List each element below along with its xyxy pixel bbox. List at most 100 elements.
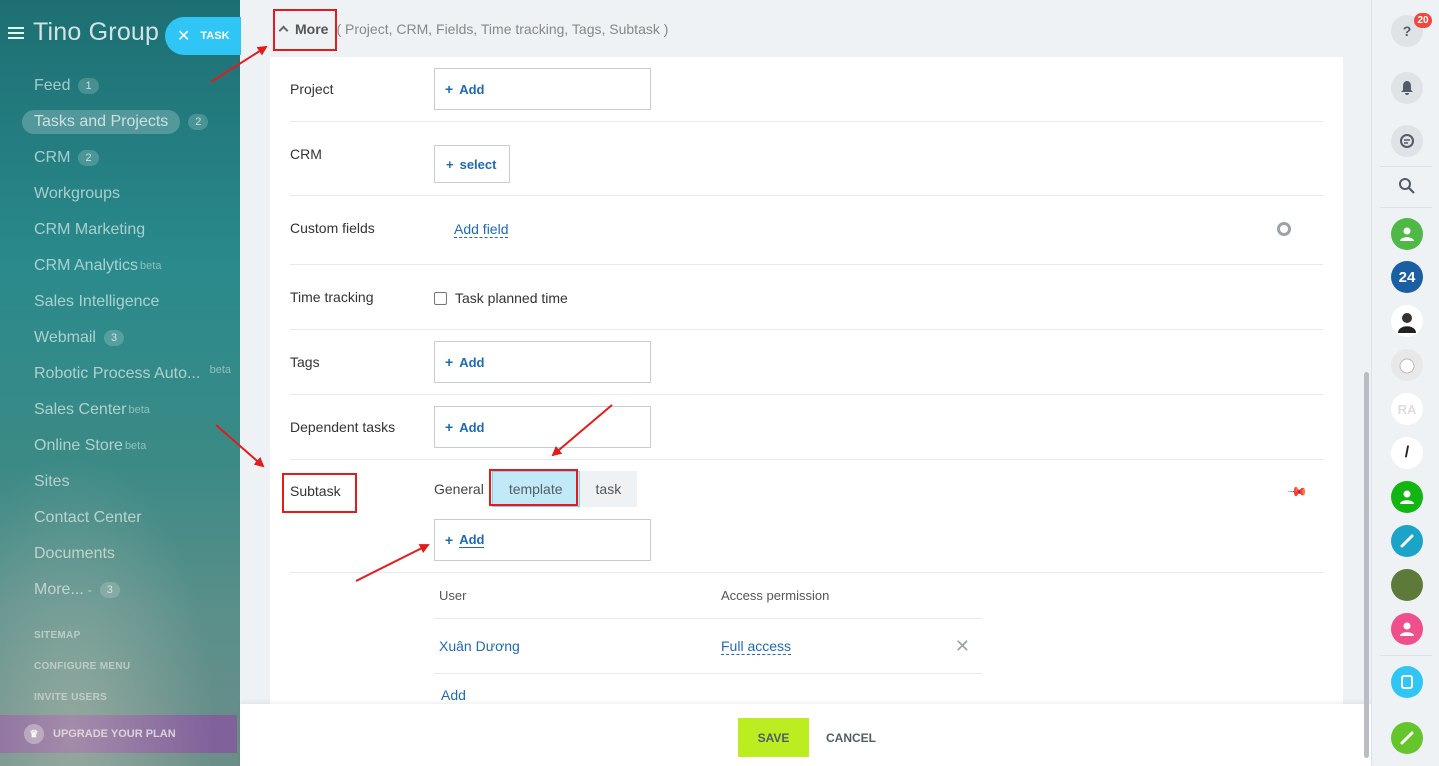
add-label: Add xyxy=(459,419,485,435)
crm-select-button[interactable]: + select xyxy=(434,145,510,183)
rail-divider xyxy=(1380,655,1432,656)
form-footer: SAVE CANCEL xyxy=(240,704,1371,766)
table-header: User Access permission xyxy=(434,573,982,619)
sidebar-item-sites[interactable]: Sites xyxy=(22,464,237,500)
dependent-add-button[interactable]: + Add xyxy=(434,406,651,448)
remove-icon[interactable]: ✕ xyxy=(955,636,970,657)
configure-menu-link[interactable]: CONFIGURE MENU xyxy=(34,661,130,692)
add-label: Add xyxy=(459,354,485,370)
custom-fields-label: Custom fields xyxy=(290,220,375,236)
dependent-tasks-label: Dependent tasks xyxy=(290,419,396,435)
sidebar-item-sales-intelligence[interactable]: Sales Intelligence xyxy=(22,284,237,320)
pink-contact-avatar[interactable] xyxy=(1391,613,1423,645)
highlight-box xyxy=(282,473,357,513)
notification-badge: 20 xyxy=(1414,13,1432,28)
task-mode-button[interactable]: task xyxy=(579,471,638,507)
more-section-header: More ( Project, CRM, Fields, Time tracki… xyxy=(270,0,1343,57)
more-hint: ( Project, CRM, Fields, Time tracking, T… xyxy=(336,20,669,37)
rail-divider xyxy=(1380,207,1432,208)
table-row: Xuân Dương Full access ✕ xyxy=(434,619,982,674)
sidebar-item-crm-analytics[interactable]: CRM Analytics beta xyxy=(22,248,237,284)
crown-icon: ♛ xyxy=(24,724,44,744)
sidebar-item-label: Sales Center xyxy=(34,401,127,418)
call-icon[interactable] xyxy=(1391,722,1423,754)
sidebar-item-webmail[interactable]: Webmail 3 xyxy=(22,320,237,356)
subtask-row: Subtask General template task 📌 + Add xyxy=(290,460,1323,573)
brand-name[interactable]: Tino Group xyxy=(33,18,159,47)
sidebar-item-feed[interactable]: Feed 1 xyxy=(22,68,237,104)
close-icon: ✕ xyxy=(177,28,191,45)
pen-avatar[interactable]: / xyxy=(1391,437,1423,469)
scrollbar[interactable] xyxy=(1364,372,1369,758)
counter-badge: 2 xyxy=(188,114,209,130)
gear-icon[interactable] xyxy=(1277,222,1291,236)
photo-avatar[interactable] xyxy=(1391,569,1423,601)
phone-avatar[interactable] xyxy=(1391,525,1423,557)
menu-icon[interactable] xyxy=(8,26,24,39)
save-button[interactable]: SAVE xyxy=(738,718,809,757)
planned-time-checkbox[interactable] xyxy=(434,292,447,305)
add-user-link[interactable]: Add xyxy=(434,687,982,703)
upgrade-plan-button[interactable]: ♛ UPGRADE YOUR PLAN xyxy=(0,715,237,753)
add-field-link[interactable]: Add field xyxy=(454,221,509,238)
more-dash: - xyxy=(87,583,92,597)
sidebar-item-contact-center[interactable]: Contact Center xyxy=(22,500,237,536)
chat-icon[interactable] xyxy=(1391,125,1423,157)
sidebar-item-crm[interactable]: CRM 2 xyxy=(22,140,237,176)
sidebar-item-more[interactable]: More... -3 xyxy=(22,572,237,608)
contact-avatar[interactable] xyxy=(1391,218,1423,250)
plus-icon: + xyxy=(445,354,454,370)
sidebar-item-rpa[interactable]: Robotic Process Auto... beta xyxy=(22,356,237,392)
highlight-box xyxy=(489,469,578,506)
beta-tag: beta xyxy=(140,260,162,272)
logo-avatar[interactable]: RA xyxy=(1391,393,1423,425)
task-button[interactable]: ✕ TASK xyxy=(165,17,241,55)
counter-badge: 3 xyxy=(103,330,125,346)
sidebar-item-documents[interactable]: Documents xyxy=(22,536,237,572)
brand: Tino Group xyxy=(8,18,159,47)
sidebar-item-crm-marketing[interactable]: CRM Marketing xyxy=(22,212,237,248)
search-icon[interactable] xyxy=(1391,170,1423,202)
dependent-tasks-row: Dependent tasks + Add xyxy=(290,395,1323,460)
sidebar-item-label: Online Store xyxy=(34,437,123,454)
dialog-icon[interactable] xyxy=(1391,666,1423,698)
project-label: Project xyxy=(290,81,334,97)
plus-icon: + xyxy=(445,419,454,435)
right-rail: ? 24 RA / xyxy=(1371,0,1439,766)
plus-icon: + xyxy=(445,81,454,97)
time-tracking-row: Time tracking Task planned time xyxy=(290,265,1323,330)
permission-dropdown[interactable]: Full access xyxy=(721,638,792,655)
tags-label: Tags xyxy=(290,354,320,370)
user-link[interactable]: Xuân Dương xyxy=(439,638,520,654)
highlight-box xyxy=(273,9,337,51)
time-tracking-label: Time tracking xyxy=(290,289,374,305)
sidebar-item-label: Webmail xyxy=(34,329,96,346)
subtask-add-button[interactable]: + Add xyxy=(434,519,651,561)
contact-avatar-2[interactable] xyxy=(1391,481,1423,513)
crm-label: CRM xyxy=(290,146,322,162)
sidebar-item-sales-center[interactable]: Sales Center beta xyxy=(22,392,237,428)
access-table: User Access permission Xuân Dương Full a… xyxy=(434,573,982,703)
project-row: Project + Add xyxy=(290,57,1323,122)
beta-tag: beta xyxy=(209,364,231,376)
rail-divider xyxy=(1380,166,1432,167)
cat-avatar[interactable] xyxy=(1391,349,1423,381)
sidebar-item-label: CRM Marketing xyxy=(34,221,146,238)
sitemap-link[interactable]: SITEMAP xyxy=(34,630,130,661)
add-label: Add xyxy=(459,532,485,548)
bell-icon[interactable] xyxy=(1391,72,1423,104)
custom-fields-row: Custom fields Add field xyxy=(290,196,1323,265)
project-add-button[interactable]: + Add xyxy=(434,68,651,110)
sidebar-item-online-store[interactable]: Online Store beta xyxy=(22,428,237,464)
tags-add-button[interactable]: + Add xyxy=(434,341,651,383)
pin-icon[interactable]: 📌 xyxy=(1286,481,1308,504)
sidebar-item-tasks[interactable]: Tasks and Projects 2 xyxy=(22,104,237,140)
more-panel: Project + Add CRM + select Custom fields A… xyxy=(270,57,1343,707)
left-sidebar: Tino Group Feed 1 Tasks and Projects 2 CRM… xyxy=(0,0,240,766)
sidebar-item-workgroups[interactable]: Workgroups xyxy=(22,176,237,212)
person-avatar[interactable] xyxy=(1391,305,1423,337)
bitrix24-avatar[interactable]: 24 xyxy=(1391,261,1423,293)
planned-time-option[interactable]: Task planned time xyxy=(434,290,568,306)
sidebar-item-label: Contact Center xyxy=(34,509,142,526)
cancel-button[interactable]: CANCEL xyxy=(826,718,876,757)
